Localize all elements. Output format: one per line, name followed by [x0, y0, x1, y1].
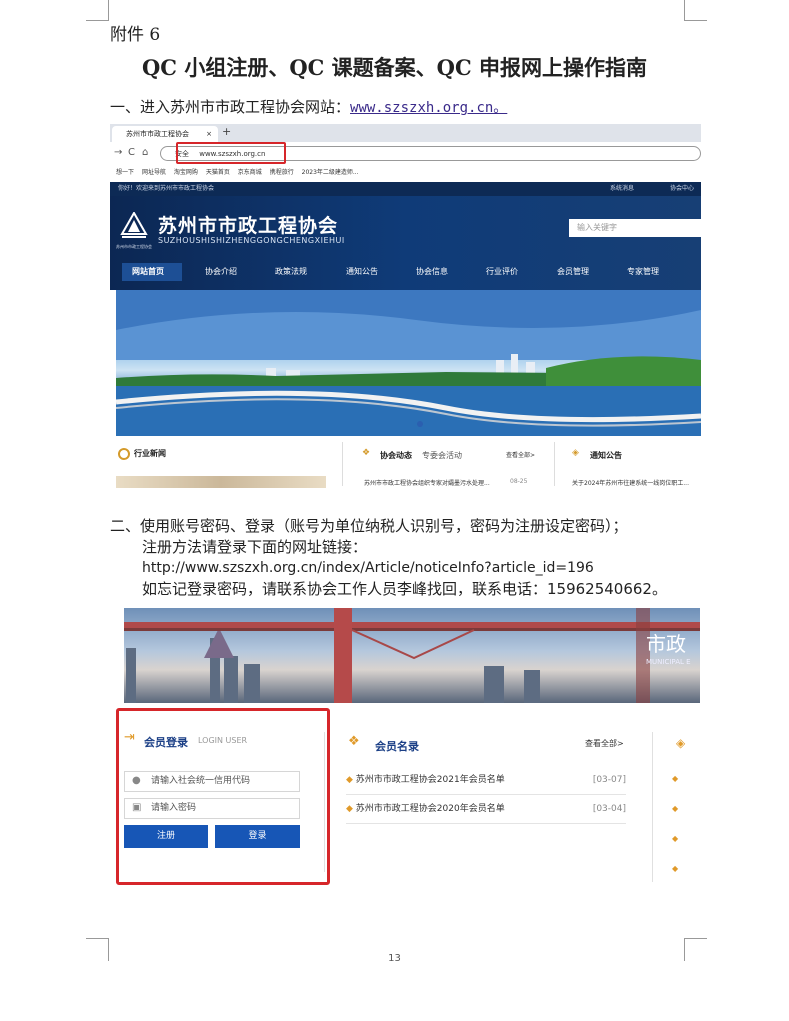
welcome-bar: 你好！欢迎来到苏州市市政工程协会 系统消息 协会中心 [110, 182, 701, 196]
list-item-title: 苏州市市政工程协会2020年会员名单 [355, 804, 505, 814]
bookmark-item[interactable]: 想一下 [116, 169, 134, 176]
industry-news-title: 行业新闻 [134, 449, 166, 458]
dynamics-item[interactable]: 苏州市市政工程协会组织专家对孀墨污水处理... [364, 478, 524, 487]
website-screenshot: 苏州市市政工程协会 × + → C ⌂ 安全 www.szszxh.org.cn… [110, 124, 701, 492]
list-item-date: [03-04] [592, 804, 626, 814]
step-2-line-1: 二、使用账号密码、登录（账号为单位纳税人识别号，密码为注册设定密码）； [110, 517, 628, 535]
city-bridge-illustration [124, 608, 700, 703]
menu-item-evaluation[interactable]: 行业评价 [486, 266, 518, 277]
dynamics-view-all[interactable]: 查看全部> [506, 450, 535, 459]
notice-title: 通知公告 [590, 451, 622, 460]
dynamics-title: 协会动态 [380, 451, 412, 460]
page-number: 13 [388, 953, 401, 964]
home-banner-image [116, 290, 701, 436]
menu-item-about[interactable]: 协会介绍 [205, 266, 237, 277]
site-search-input[interactable]: 输入关键字 [569, 219, 701, 237]
site-menu: 网站首页 协会介绍 政策法规 通知公告 协会信息 行业评价 会员管理 专家管理 [110, 261, 701, 283]
notice-icon: ◈ [572, 448, 579, 458]
step-2: 二、使用账号密码、登录（账号为单位纳税人识别号，密码为注册设定密码）； 注册方法… [110, 516, 667, 600]
new-tab-button[interactable]: + [222, 125, 231, 138]
step-1-text: 一、进入苏州市市政工程协会网站： [110, 98, 351, 116]
tab-title: 苏州市市政工程协会 [126, 130, 189, 138]
corner-mark-top-right [684, 0, 707, 21]
system-message-link[interactable]: 系统消息 [610, 182, 634, 196]
attachment-label: 附件 6 [110, 25, 161, 45]
url-highlight-box [176, 142, 286, 164]
step-2-line-4: 如忘记登录密码，请联系协会工作人员李峰找回，联系电话：15962540662。 [142, 580, 667, 598]
forward-icon[interactable]: → [114, 147, 122, 158]
association-logo-icon [120, 212, 148, 238]
register-link[interactable]: http://www.szszxh.org.cn/index/Article/n… [110, 558, 667, 579]
document-title: QC 小组注册、QC 课题备案、QC 申报网上操作指南 [142, 55, 647, 80]
site-pinyin: SUZHOUSHISHIZHENGGONGCHENGXIEHUI [158, 236, 345, 245]
notice-item[interactable]: 关于2024年苏州市往建系统一线岗位职工... [572, 478, 701, 487]
bookmark-item[interactable]: 京东商城 [238, 169, 262, 176]
homepage-sections: 行业新闻 ❖ 协会动态 专委会活动 查看全部> 苏州市市政工程协会组织专家对孀墨… [110, 436, 701, 492]
news-icon [118, 448, 130, 460]
lake-bridge-illustration [116, 290, 701, 436]
dynamics-item-date: 08-25 [510, 478, 528, 485]
member-list-title: 会员名录 [375, 740, 419, 753]
welcome-text: 你好！欢迎来到苏州市市政工程协会 [118, 185, 215, 192]
login-highlight-box [116, 708, 330, 885]
member-list-view-all[interactable]: 查看全部> [585, 738, 624, 749]
bookmark-item[interactable]: 2023年二级建造师... [302, 169, 359, 176]
login-banner-image: 市政 MUNICIPAL E [124, 608, 700, 703]
menu-item-notice[interactable]: 通知公告 [346, 266, 378, 277]
list-item[interactable]: ◆ 苏州市市政工程协会2021年会员名单 [03-07] [346, 766, 626, 795]
menu-item-home[interactable]: 网站首页 [132, 266, 164, 277]
banner-title: 市政 [646, 632, 686, 656]
news-thumbnail [116, 476, 326, 488]
site-name: 苏州市市政工程协会 [158, 215, 339, 237]
browser-tab-bar: 苏州市市政工程协会 × + [110, 124, 701, 142]
menu-item-policy[interactable]: 政策法规 [275, 266, 307, 277]
bookmark-item[interactable]: 携程旅行 [270, 169, 294, 176]
close-icon[interactable]: × [206, 126, 212, 142]
menu-item-info[interactable]: 协会信息 [416, 266, 448, 277]
step-1: 一、进入苏州市市政工程协会网站：www.szszxh.org.cn。 [110, 96, 507, 117]
member-center-link[interactable]: 协会中心 [670, 182, 694, 196]
bookmarks-bar: 想一下 网址导航 淘宝网购 天猫首页 京东商城 携程旅行 2023年二级建造师.… [110, 166, 701, 180]
corner-mark-top-left [86, 0, 109, 21]
list-item-title: 苏州市市政工程协会2021年会员名单 [355, 775, 505, 785]
browser-tab[interactable]: 苏州市市政工程协会 × [112, 126, 218, 142]
list-item[interactable]: ◆ 苏州市市政工程协会2020年会员名单 [03-04] [346, 795, 626, 824]
reload-icon[interactable]: C [128, 147, 135, 158]
banner-subtitle: MUNICIPAL E [646, 658, 691, 666]
bookmark-item[interactable]: 天猫首页 [206, 169, 230, 176]
home-icon[interactable]: ⌂ [142, 147, 148, 158]
grid-icon: ❖ [362, 448, 371, 458]
bookmark-item[interactable]: 淘宝网购 [174, 169, 198, 176]
website-link[interactable]: www.szszxh.org.cn。 [350, 100, 507, 116]
step-2-line-2: 注册方法请登录下面的网址链接： [142, 538, 368, 556]
menu-item-experts[interactable]: 专家管理 [627, 266, 659, 277]
member-list-icon: ❖ [348, 734, 360, 749]
notice-icon: ◈ [676, 736, 686, 750]
logo-caption: 苏州市市政工程协会 [116, 244, 152, 249]
menu-item-members[interactable]: 会员管理 [557, 266, 589, 277]
list-item-date: [03-07] [592, 775, 626, 785]
dynamics-subtitle[interactable]: 专委会活动 [422, 450, 462, 461]
bookmark-item[interactable]: 网址导航 [142, 169, 166, 176]
